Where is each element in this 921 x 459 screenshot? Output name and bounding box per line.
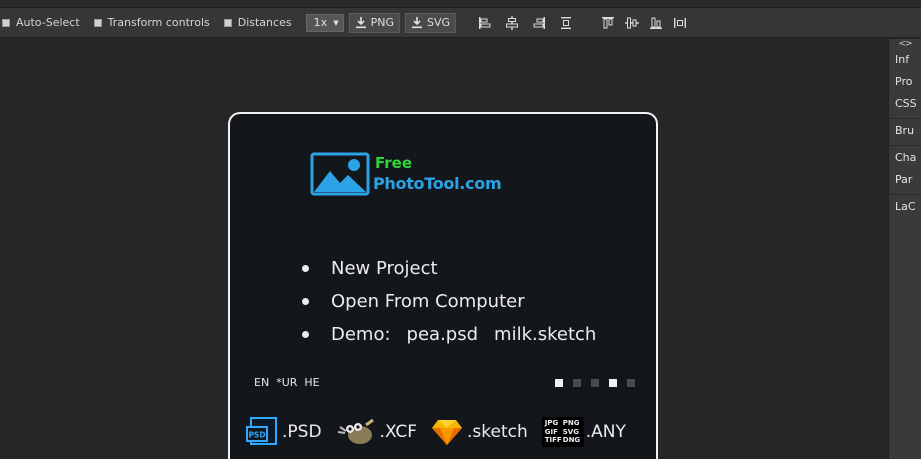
start-menu: New Project Open From Computer Demo: pea… [302, 252, 596, 351]
language-selector: EN *UR HE [254, 376, 320, 389]
toolbar: Auto-Select Transform controls Distances… [0, 8, 921, 38]
align-bottom-icon[interactable] [647, 14, 665, 32]
carousel-dot[interactable] [555, 379, 563, 387]
carousel-dots [555, 379, 635, 387]
logo-text-free: Free [375, 154, 413, 172]
top-menu-strip [0, 0, 921, 8]
bullet-icon [302, 265, 309, 272]
export-png-label: PNG [370, 16, 394, 29]
panel-tab-character[interactable]: Cha [889, 147, 921, 169]
carousel-dot[interactable] [591, 379, 599, 387]
panel-tab-brush[interactable]: Bru [889, 120, 921, 142]
welcome-dialog: Free PhotoTool.com New Project Open From… [228, 112, 658, 459]
valign-group [599, 14, 689, 32]
menu-item-demo: Demo: pea.psd milk.sketch [302, 318, 596, 351]
any-grid-text: JPG [544, 419, 559, 427]
gimp-icon [337, 418, 374, 444]
align-left-icon[interactable] [476, 14, 494, 32]
format-any-label: .ANY [585, 422, 626, 442]
chevron-down-icon: ▼ [333, 18, 339, 27]
carousel-dot[interactable] [573, 379, 581, 387]
any-grid-text: DNG [562, 436, 581, 445]
format-psd-label: .PSD [282, 422, 322, 442]
distances-checkbox[interactable]: Distances [223, 16, 292, 29]
menu-item-open: Open From Computer [302, 285, 596, 318]
photoshop-icon: PSD [246, 417, 277, 445]
new-project-link[interactable]: New Project [331, 258, 438, 279]
language-he[interactable]: HE [304, 376, 319, 389]
format-sketch: .sketch [431, 417, 528, 447]
download-icon [411, 17, 422, 29]
demo-pea-psd-link[interactable]: pea.psd [407, 324, 478, 345]
any-grid-text: GIF [544, 427, 558, 436]
demo-milk-sketch-link[interactable]: milk.sketch [494, 324, 596, 345]
divider [889, 142, 921, 146]
demo-label: Demo: [331, 324, 391, 345]
bullet-icon [302, 331, 309, 338]
align-right-icon[interactable] [530, 14, 548, 32]
logo-text-name: PhotoTool.com [373, 174, 502, 193]
align-top-icon[interactable] [599, 14, 617, 32]
format-psd: PSD .PSD [246, 417, 322, 447]
language-ur[interactable]: *UR [276, 376, 297, 389]
align-center-vertical-icon[interactable] [623, 14, 641, 32]
align-group [476, 14, 575, 32]
divider [889, 191, 921, 195]
panel-tab-css[interactable]: CSS [889, 93, 921, 115]
sketch-icon [432, 420, 463, 445]
divider [889, 115, 921, 119]
supported-formats: PSD .PSD .XCF .sketch JPG PNG GIF SVG TI… [246, 414, 646, 450]
export-png-button[interactable]: PNG [348, 12, 400, 33]
bullet-icon [302, 298, 309, 305]
open-from-computer-link[interactable]: Open From Computer [331, 291, 525, 312]
download-icon [355, 17, 366, 29]
any-grid-text: TIFF [544, 436, 562, 445]
panel-tab-info[interactable]: Inf [889, 49, 921, 71]
any-grid-text: SVG [562, 427, 579, 436]
collapse-panel-toggle[interactable]: <> [889, 39, 921, 49]
format-xcf: .XCF [336, 417, 417, 447]
panel-tab-properties[interactable]: Pro [889, 71, 921, 93]
format-sketch-label: .sketch [467, 422, 528, 442]
transform-controls-checkbox[interactable]: Transform controls [93, 16, 210, 29]
svg-text:PSD: PSD [248, 431, 265, 440]
any-grid-text: PNG [562, 419, 580, 427]
format-any: JPG PNG GIF SVG TIFF DNG .ANY [541, 417, 626, 447]
auto-select-checkbox[interactable]: Auto-Select [2, 16, 80, 29]
checkbox-box [223, 18, 232, 27]
export-svg-label: SVG [426, 16, 450, 29]
checkbox-box [93, 18, 102, 27]
zoom-value: 1x [313, 16, 328, 29]
export-svg-button[interactable]: SVG [404, 12, 456, 33]
panel-tab-layer-comps[interactable]: LaC [889, 196, 921, 218]
align-center-horizontal-icon[interactable] [503, 14, 521, 32]
distribute-vertical-icon[interactable] [671, 14, 689, 32]
menu-item-new-project: New Project [302, 252, 596, 285]
language-en[interactable]: EN [254, 376, 269, 389]
panel-tab-paragraph[interactable]: Par [889, 169, 921, 191]
distribute-horizontal-icon[interactable] [557, 14, 575, 32]
transform-controls-label: Transform controls [107, 16, 210, 29]
checkbox-box [2, 18, 10, 27]
zoom-select[interactable]: 1x ▼ [305, 13, 344, 32]
auto-select-label: Auto-Select [16, 16, 80, 29]
carousel-dot[interactable] [627, 379, 635, 387]
right-panel: <> Inf Pro CSS Bru Cha Par LaC [888, 39, 921, 459]
any-formats-icon: JPG PNG GIF SVG TIFF DNG [541, 417, 584, 447]
format-xcf-label: .XCF [379, 422, 418, 442]
carousel-dot[interactable] [609, 379, 617, 387]
distances-label: Distances [237, 16, 292, 29]
